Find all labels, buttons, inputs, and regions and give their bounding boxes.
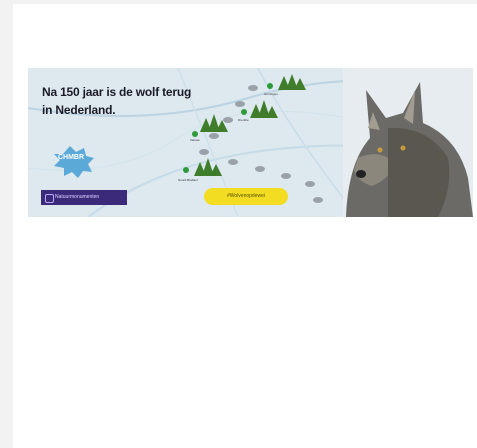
natuurmonumenten-logo: Natuurmonumenten <box>41 190 127 205</box>
wolf-banner-ad[interactable]: Na 150 jaar is de wolf terug in Nederlan… <box>28 68 473 217</box>
logo-mark-icon <box>45 194 54 203</box>
cta-button[interactable]: #Wolvenopdewei <box>204 188 288 205</box>
wolf-image <box>343 68 473 217</box>
burst-badge-text: CHMBR <box>57 154 85 161</box>
logo-text: Natuurmonumenten <box>55 194 100 200</box>
place-label: Noord-Brabant <box>178 178 198 182</box>
banner-headline: Na 150 jaar is de wolf terug in Nederlan… <box>42 83 232 119</box>
place-label: Veluwe <box>190 138 200 142</box>
headline-line-1: Na 150 jaar is de wolf terug <box>42 85 192 99</box>
headline-line-2: in Nederland. <box>42 103 116 117</box>
place-label: Drenthe <box>238 118 249 122</box>
place-label: Groningen <box>264 92 279 96</box>
